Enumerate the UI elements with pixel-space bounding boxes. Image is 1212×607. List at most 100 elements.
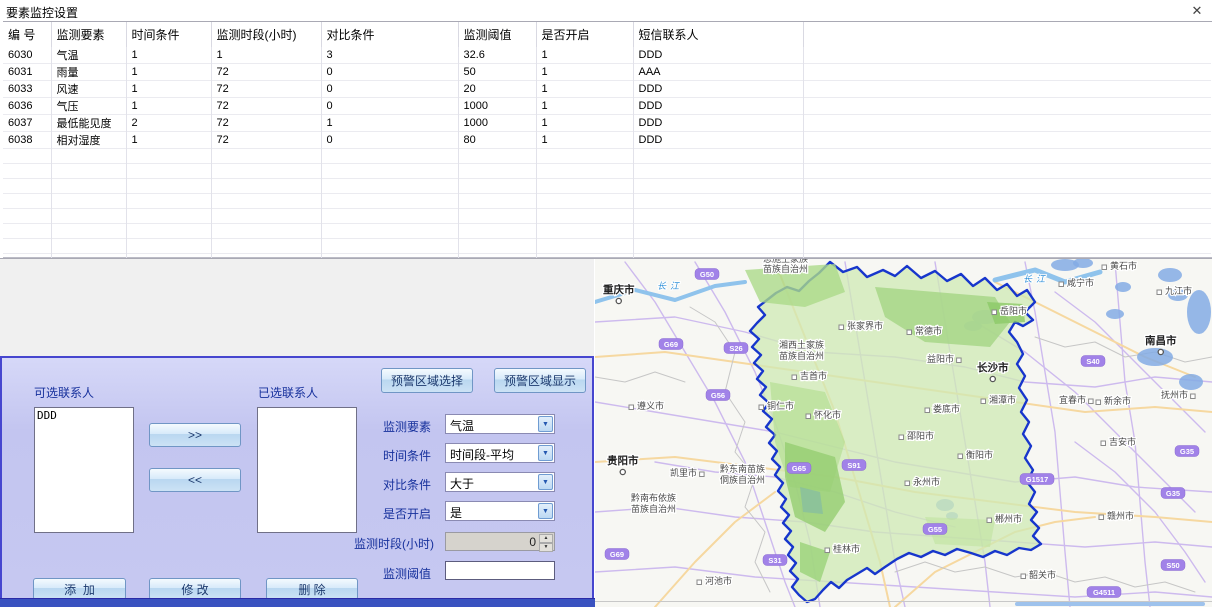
cell-filler — [803, 64, 1211, 81]
available-contacts-label: 可选联系人 — [34, 384, 94, 401]
cell: 1 — [126, 132, 211, 149]
period-hours-label: 监测时段(小时) — [354, 535, 434, 552]
move-right-button[interactable]: >> — [149, 423, 241, 447]
close-icon[interactable]: ✕ — [1188, 3, 1206, 19]
table-row-empty[interactable] — [3, 179, 1211, 194]
period-hours-spinner[interactable]: 0 ▲▼ — [445, 532, 555, 551]
svg-text:S91: S91 — [847, 461, 860, 470]
add-button[interactable]: 添 加 — [33, 578, 126, 600]
road-badge: S91 — [842, 460, 866, 471]
map-city-label: 黔东南苗族 — [720, 463, 765, 474]
svg-text:抚州市: 抚州市 — [1161, 389, 1188, 400]
cell — [321, 164, 458, 179]
cell — [126, 194, 211, 209]
column-header[interactable]: 是否开启 — [536, 22, 633, 47]
cell: 72 — [211, 81, 321, 98]
cell — [51, 149, 126, 164]
svg-text:湘潭市: 湘潭市 — [989, 394, 1016, 405]
cell — [321, 239, 458, 254]
column-header[interactable]: 编 号 — [3, 22, 51, 47]
cell: 6030 — [3, 47, 51, 64]
threshold-input[interactable] — [445, 561, 555, 580]
map-city-label: 苗族自治州 — [779, 350, 824, 361]
selected-contacts-list[interactable] — [257, 407, 357, 533]
cell — [536, 209, 633, 224]
chevron-down-icon[interactable]: ▼ — [538, 474, 553, 490]
svg-text:S40: S40 — [1086, 357, 1099, 366]
cell: 相对湿度 — [51, 132, 126, 149]
map-city-label: 黔南布依族 — [631, 492, 676, 503]
cell — [633, 179, 803, 194]
road-badge: G69 — [605, 549, 629, 560]
road-badge: S50 — [1161, 560, 1185, 571]
list-item[interactable]: DDD — [35, 408, 133, 423]
column-header[interactable]: 对比条件 — [321, 22, 458, 47]
spinner-down-icon[interactable]: ▼ — [539, 543, 553, 552]
move-left-button[interactable]: << — [149, 468, 241, 492]
column-header[interactable]: 短信联系人 — [633, 22, 803, 47]
warn-area-select-button[interactable]: 预警区域选择 — [381, 368, 473, 393]
svg-text:S26: S26 — [729, 344, 742, 353]
cell: DDD — [633, 132, 803, 149]
table-row[interactable]: 6036气压172010001DDD — [3, 98, 1211, 115]
cell — [321, 224, 458, 239]
table-row-empty[interactable] — [3, 239, 1211, 254]
cell-filler — [803, 209, 1211, 224]
column-header[interactable]: 监测时段(小时) — [211, 22, 321, 47]
column-header[interactable]: 监测要素 — [51, 22, 126, 47]
element-select[interactable]: 气温 ▼ — [445, 414, 555, 434]
compare-cond-select[interactable]: 大于 ▼ — [445, 472, 555, 492]
time-cond-select[interactable]: 时间段-平均 ▼ — [445, 443, 555, 463]
cell — [51, 209, 126, 224]
cell — [633, 149, 803, 164]
column-header[interactable]: 监测阈值 — [458, 22, 536, 47]
cell — [126, 179, 211, 194]
enabled-label: 是否开启 — [383, 505, 431, 522]
table-row-empty[interactable] — [3, 209, 1211, 224]
table-row[interactable]: 6031雨量1720501AAA — [3, 64, 1211, 81]
map-city-label: 贵阳市 — [607, 454, 639, 475]
svg-text:G69: G69 — [610, 550, 624, 559]
chevron-down-icon[interactable]: ▼ — [538, 503, 553, 519]
svg-text:吉安市: 吉安市 — [1109, 436, 1136, 447]
modify-button[interactable]: 修 改 — [149, 578, 241, 600]
table-row[interactable]: 6033风速1720201DDD — [3, 81, 1211, 98]
compare-cond-label: 对比条件 — [383, 476, 431, 493]
road-badge: S31 — [763, 555, 787, 566]
cell: 80 — [458, 132, 536, 149]
spinner-up-icon[interactable]: ▲ — [539, 534, 553, 543]
chevron-down-icon[interactable]: ▼ — [538, 416, 553, 432]
table-row-empty[interactable] — [3, 224, 1211, 239]
cell — [321, 149, 458, 164]
svg-text:河池市: 河池市 — [705, 575, 732, 586]
map-horizontal-scrollbar[interactable] — [1015, 602, 1205, 606]
cell — [126, 149, 211, 164]
svg-text:永州市: 永州市 — [913, 476, 940, 487]
threshold-label: 监测阈值 — [383, 565, 431, 582]
svg-text:常德市: 常德市 — [915, 325, 942, 336]
table-row[interactable]: 6038相对湿度1720801DDD — [3, 132, 1211, 149]
warn-area-show-button[interactable]: 预警区域显示 — [494, 368, 586, 393]
column-header[interactable]: 时间条件 — [126, 22, 211, 47]
cell: 6038 — [3, 132, 51, 149]
svg-text:重庆市: 重庆市 — [603, 283, 635, 296]
time-cond-value: 时间段-平均 — [450, 446, 514, 463]
table-row-empty[interactable] — [3, 194, 1211, 209]
delete-button[interactable]: 删 除 — [266, 578, 358, 600]
enabled-select[interactable]: 是 ▼ — [445, 501, 555, 521]
table-row[interactable]: 6030气温11332.61DDD — [3, 47, 1211, 64]
svg-text:铜仁市: 铜仁市 — [767, 400, 794, 411]
map-view[interactable]: G50G69S26G56G65S91S31G69S40G1517G35G35G5… — [595, 259, 1212, 607]
bottom-border-strip — [0, 598, 595, 607]
table-row-empty[interactable] — [3, 149, 1211, 164]
table-row[interactable]: 6037最低能见度272110001DDD — [3, 115, 1211, 132]
available-contacts-list[interactable]: DDD — [34, 407, 134, 533]
road-badge: G35 — [1175, 446, 1199, 457]
cell: 6033 — [3, 81, 51, 98]
chevron-down-icon[interactable]: ▼ — [538, 445, 553, 461]
cell — [458, 194, 536, 209]
table-row-empty[interactable] — [3, 164, 1211, 179]
cell — [633, 239, 803, 254]
map-canvas[interactable]: G50G69S26G56G65S91S31G69S40G1517G35G35G5… — [595, 259, 1212, 607]
monitor-table-grid: 编 号监测要素时间条件监测时段(小时)对比条件监测阈值是否开启短信联系人 603… — [3, 22, 1211, 269]
